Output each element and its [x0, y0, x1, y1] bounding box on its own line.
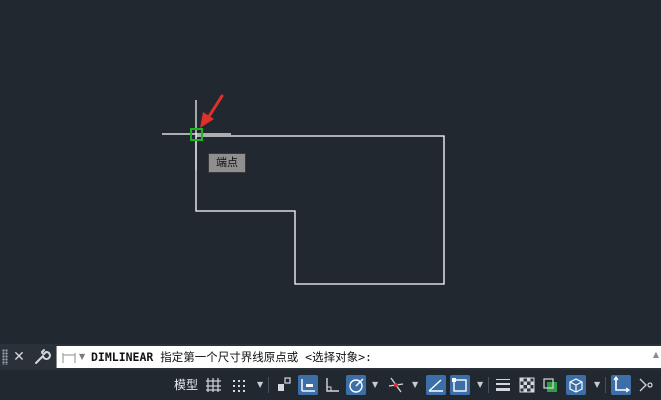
chevron-down-icon[interactable]: ▼: [257, 378, 263, 392]
ortho-icon[interactable]: [322, 375, 342, 395]
grid-icon[interactable]: [204, 375, 224, 395]
history-chevron-icon[interactable]: ▲: [653, 350, 659, 359]
isometric-icon[interactable]: [386, 375, 406, 395]
infer-icon[interactable]: [274, 375, 294, 395]
snap-tracking-icon[interactable]: [426, 375, 446, 395]
selection-cycling-icon[interactable]: [541, 375, 561, 395]
object-snap-icon[interactable]: [450, 375, 470, 395]
annotation-arrow: [200, 94, 224, 128]
ucs-icon[interactable]: [611, 375, 631, 395]
chevron-down-icon[interactable]: ▼: [372, 378, 378, 392]
wrench-icon[interactable]: [32, 347, 52, 367]
chevron-down-icon[interactable]: ▼: [477, 378, 483, 392]
drawing-geometry: [162, 94, 445, 285]
chevron-down-icon[interactable]: ▼: [79, 350, 85, 364]
command-input[interactable]: ▼ DIMLINEAR 指定第一个尺寸界线原点或 <选择对象>: ▲: [56, 346, 661, 368]
grip-handle-icon[interactable]: [2, 349, 8, 365]
units-icon[interactable]: [636, 375, 656, 395]
close-icon[interactable]: ✕: [9, 347, 29, 367]
snap-tooltip: 端点: [208, 153, 246, 173]
model-tab[interactable]: 模型: [171, 375, 201, 395]
drawing-canvas[interactable]: 端点: [0, 0, 661, 344]
chevron-down-icon[interactable]: ▼: [412, 378, 418, 392]
dynamic-input-icon[interactable]: [298, 375, 318, 395]
command-line: ✕ ▼ DIMLINEAR 指定第一个尺寸界线原点或 <选择对象>: ▲: [0, 344, 661, 370]
lineweight-icon[interactable]: [493, 375, 513, 395]
polar-icon[interactable]: [346, 375, 366, 395]
chevron-down-icon[interactable]: ▼: [594, 378, 600, 392]
snap-grid-icon[interactable]: [229, 375, 249, 395]
status-bar: 模型 ▼ ▼ ▼ ▼ ▼: [0, 370, 661, 400]
dimension-command-icon[interactable]: [61, 350, 77, 364]
3d-snap-icon[interactable]: [566, 375, 586, 395]
command-prompt: DIMLINEAR 指定第一个尺寸界线原点或 <选择对象>:: [91, 346, 372, 368]
command-prompt-text: 指定第一个尺寸界线原点或 <选择对象>:: [153, 350, 372, 364]
command-name: DIMLINEAR: [91, 350, 154, 364]
transparency-icon[interactable]: [517, 375, 537, 395]
